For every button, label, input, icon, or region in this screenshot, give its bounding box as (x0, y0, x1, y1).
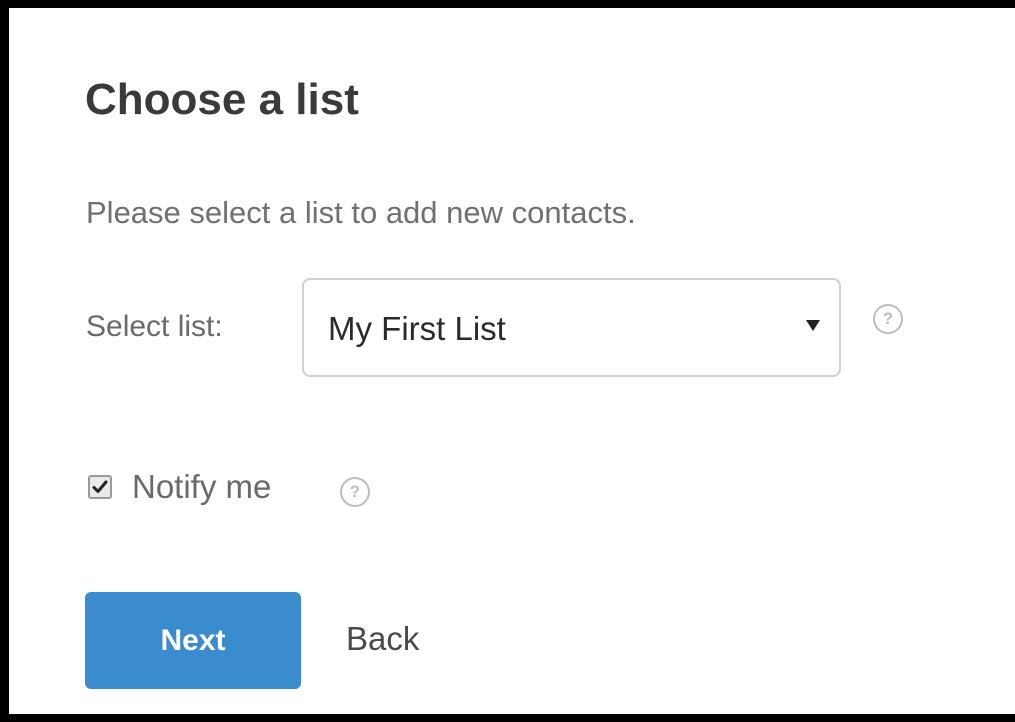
dialog-title: Choose a list (85, 75, 359, 124)
dropdown-arrow-icon (806, 320, 820, 331)
next-button[interactable]: Next (85, 592, 301, 689)
back-link[interactable]: Back (346, 620, 419, 658)
dialog-description: Please select a list to add new contacts… (86, 195, 636, 230)
select-list-label: Select list: (86, 310, 223, 343)
list-select-value: My First List (328, 310, 506, 347)
list-select-dropdown[interactable]: My First List (302, 278, 841, 377)
notify-me-label[interactable]: Notify me (132, 468, 271, 506)
select-help-icon[interactable]: ? (873, 304, 903, 334)
checkmark-icon (92, 480, 108, 493)
notify-me-checkbox[interactable] (88, 475, 112, 499)
choose-list-dialog: Choose a list Please select a list to ad… (9, 8, 1015, 714)
notify-help-icon[interactable]: ? (340, 477, 370, 507)
